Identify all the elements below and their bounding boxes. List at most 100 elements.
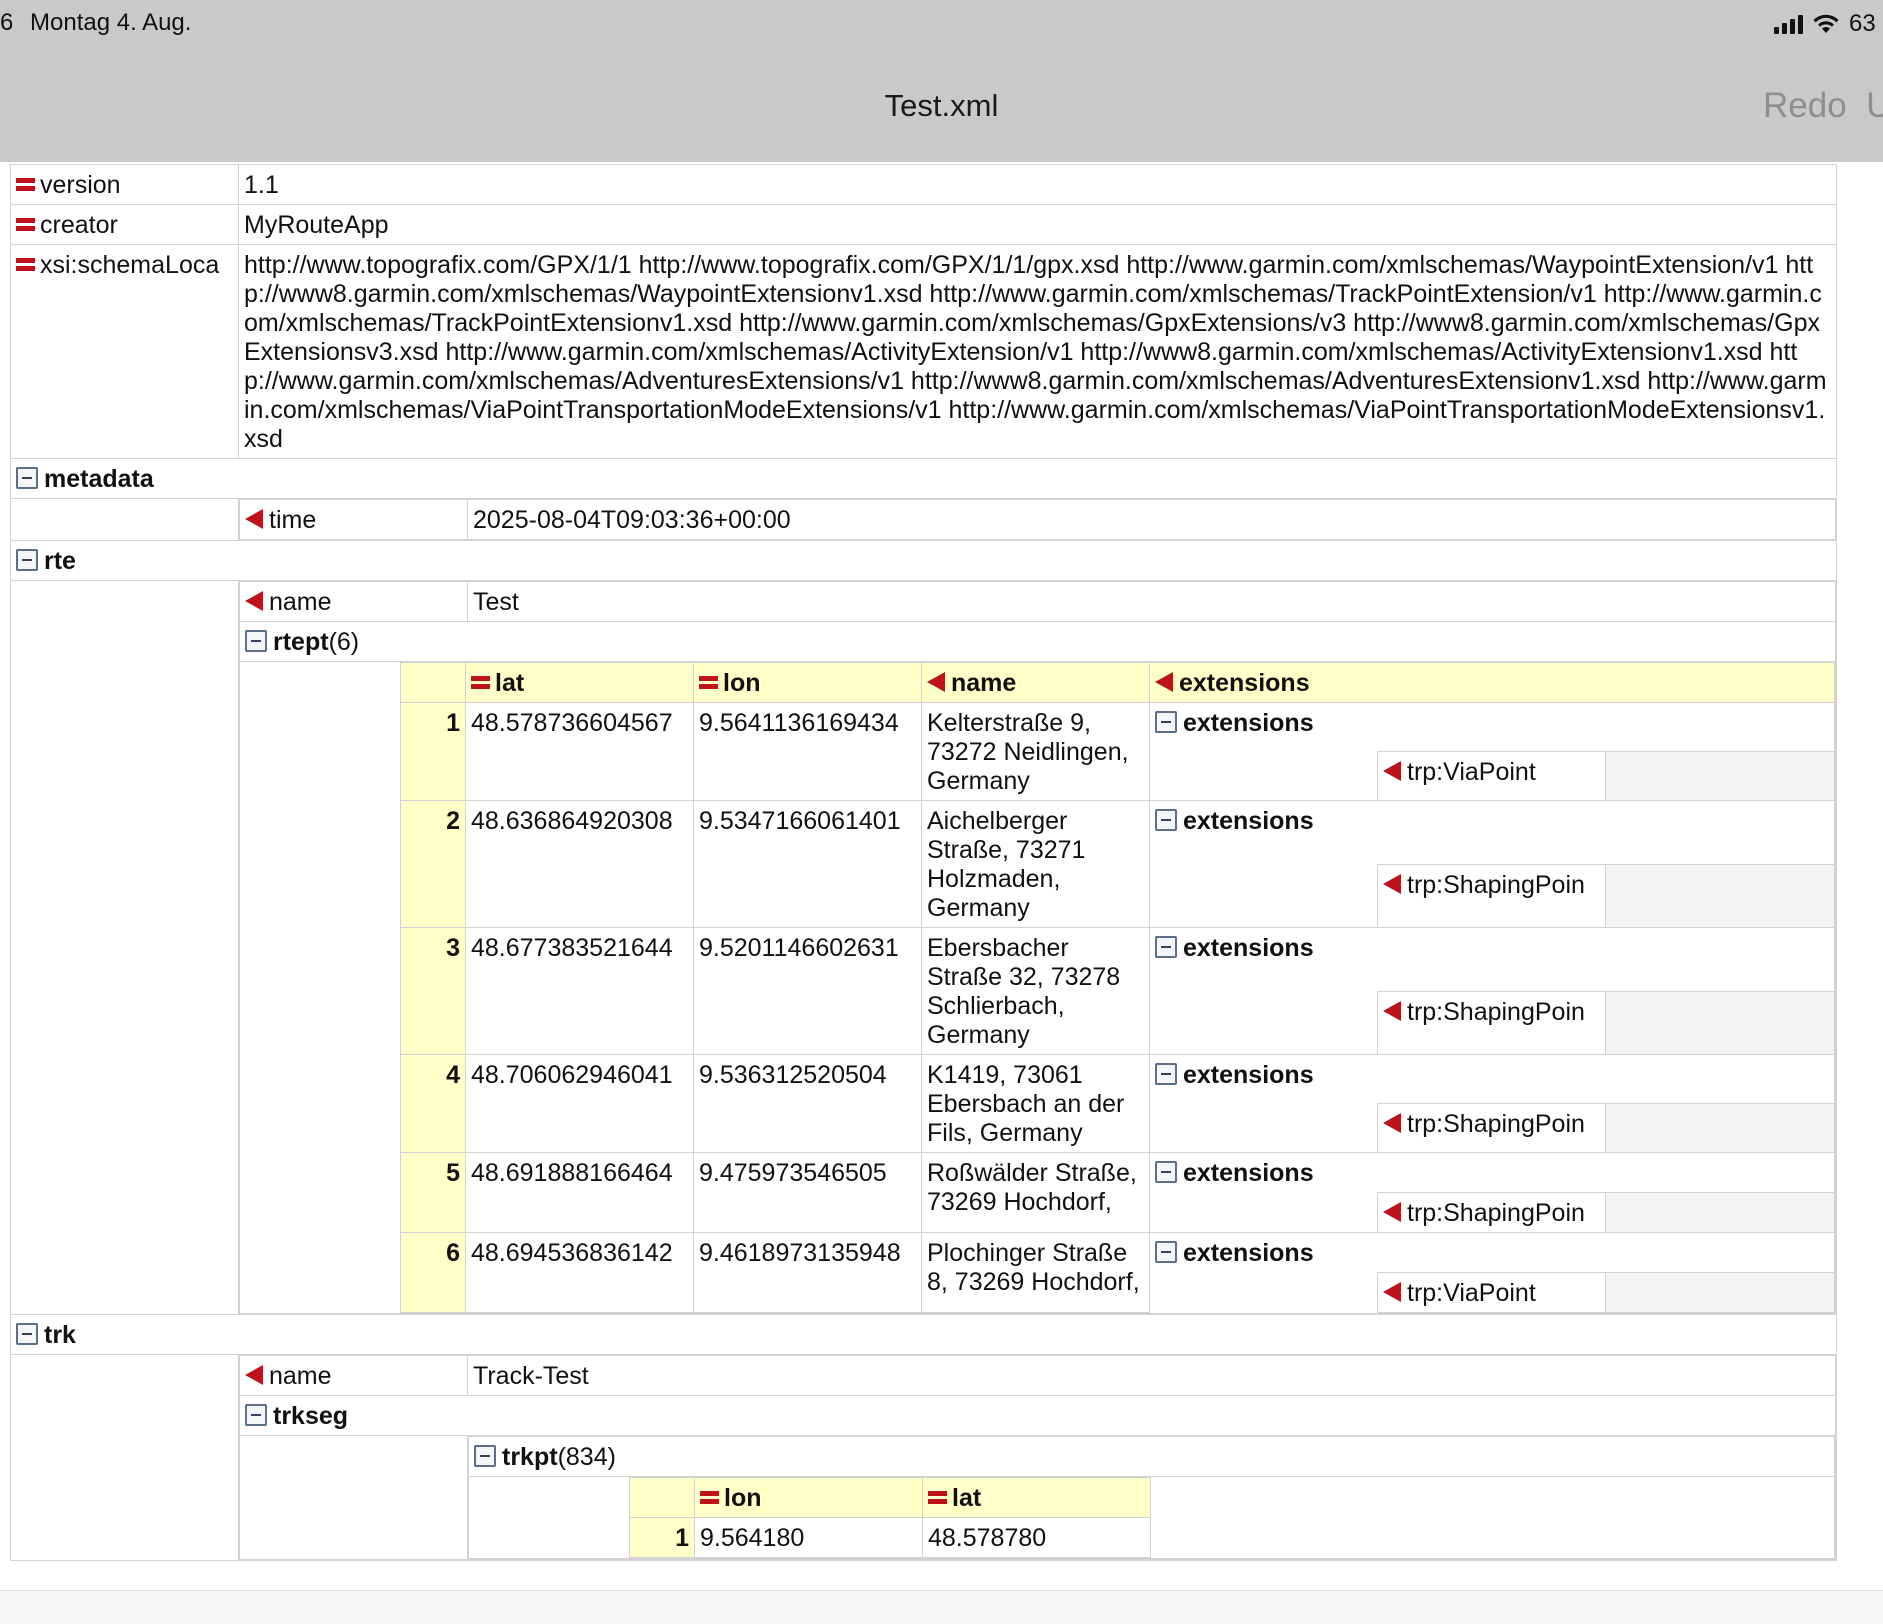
column-header-lat[interactable]: lat [922,1477,1151,1518]
element-row-trkseg[interactable]: trkseg [239,1395,1836,1436]
child-value[interactable]: Test [467,581,1836,622]
indent-cell [1149,991,1378,1055]
attribute-value[interactable]: http://www.topografix.com/GPX/1/1 http:/… [238,244,1837,459]
table-row[interactable]: 2 48.636864920308 9.5347166061401 Aichelber… [400,800,1835,928]
name-cell[interactable]: Plochinger Straße 8, 73269 Hochdorf, [921,1232,1150,1313]
lon-cell[interactable]: 9.4618973135948 [693,1232,922,1313]
lon-cell[interactable]: 9.5201146602631 [693,927,922,1055]
extensions-header[interactable]: extensions [1149,1232,1835,1273]
extensions-header[interactable]: extensions [1149,702,1835,752]
extensions-header[interactable]: extensions [1149,927,1835,991]
collapse-toggle-icon[interactable] [474,1445,496,1468]
ext-child-cell[interactable]: trp:ShapingPoin [1377,1192,1606,1233]
bottom-toolbar [0,1590,1883,1624]
name-cell[interactable]: K1419, 73061 Ebersbach an der Fils, Germ… [921,1054,1150,1153]
element-header[interactable]: trk [10,1314,1837,1355]
ext-child-value[interactable] [1605,1192,1835,1233]
name-cell[interactable]: Ebersbacher Straße 32, 73278 Schlierbach… [921,927,1150,1055]
attribute-icon [16,177,35,191]
lat-cell[interactable]: 48.636864920308 [465,800,694,928]
lon-cell[interactable]: 9.564180 [694,1517,923,1558]
ext-child-value[interactable] [1605,990,1835,1055]
extensions-header[interactable]: extensions [1149,1152,1835,1193]
element-row-trkpt[interactable]: trkpt(834) [468,1436,1835,1477]
redo-label: Redo [1763,86,1847,125]
child-element-row[interactable]: name Test [239,581,1836,622]
name-cell[interactable]: Roßwälder Straße, 73269 Hochdorf, [921,1152,1150,1233]
ext-child-cell[interactable]: trp:ShapingPoin [1377,1103,1606,1153]
child-element-row[interactable]: time 2025-08-04T09:03:36+00:00 [239,499,1836,540]
ext-child-cell[interactable]: trp:ShapingPoin [1377,863,1606,928]
ext-child-cell[interactable]: trp:ShapingPoin [1377,990,1606,1055]
lat-cell[interactable]: 48.578780 [922,1517,1151,1558]
extensions-header[interactable]: extensions [1149,800,1835,864]
element-row-rte[interactable]: rte [10,540,1837,581]
extensions-header[interactable]: extensions [1149,1054,1835,1104]
child-element-row[interactable]: name Track-Test [239,1355,1836,1396]
lat-cell[interactable]: 48.691888166464 [465,1152,694,1233]
element-row-metadata[interactable]: metadata [10,458,1837,499]
element-body-trk: name Track-Test trkseg trkpt(834) lon la… [10,1354,1837,1561]
element-header[interactable]: rte [10,540,1837,581]
collapse-toggle-icon[interactable] [16,549,38,572]
attribute-value[interactable]: MyRouteApp [238,204,1837,245]
indent-cell [1149,1192,1378,1233]
child-value[interactable]: Track-Test [467,1355,1836,1396]
table-row[interactable]: 6 48.694536836142 9.4618973135948 Plochinge… [400,1232,1835,1313]
table-row[interactable]: 1 9.564180 48.578780 [629,1517,1151,1558]
ext-child-value[interactable] [1605,751,1835,801]
lon-cell[interactable]: 9.475973546505 [693,1152,922,1233]
ext-child-cell[interactable]: trp:ViaPoint [1377,751,1606,801]
redo-button[interactable]: Redo U [1763,86,1883,126]
xml-grid-view[interactable]: version 1.1 creator MyRouteApp xsi:schem… [0,162,1883,1590]
collapse-toggle-icon[interactable] [1155,1241,1177,1264]
table-row[interactable]: 3 48.677383521644 9.5201146602631 Ebersbach… [400,927,1835,1055]
attribute-row[interactable]: xsi:schemaLoca http://www.topografix.com… [10,244,1837,459]
collapse-toggle-icon[interactable] [245,1404,267,1427]
ext-child-value[interactable] [1605,863,1835,928]
column-header-lon[interactable]: lon [694,1477,923,1518]
ext-child-cell[interactable]: trp:ViaPoint [1377,1272,1606,1313]
lat-cell[interactable]: 48.677383521644 [465,927,694,1055]
collapse-toggle-icon[interactable] [16,1323,38,1346]
collapse-toggle-icon[interactable] [1155,1063,1177,1086]
column-header-lat[interactable]: lat [465,662,694,703]
collapse-toggle-icon[interactable] [1155,1161,1177,1184]
column-header-label: lon [724,1484,762,1512]
table-row[interactable]: 1 48.578736604567 9.5641136169434 Kelterstr… [400,702,1835,801]
element-row-rtept[interactable]: rtept(6) [239,621,1836,662]
element-header[interactable]: trkseg [239,1395,1836,1436]
element-header[interactable]: metadata [10,458,1837,499]
collapse-toggle-icon[interactable] [1155,711,1177,734]
attribute-row[interactable]: version 1.1 [10,164,1837,205]
collapse-toggle-icon[interactable] [245,630,267,653]
ext-child-value[interactable] [1605,1272,1835,1313]
lon-cell[interactable]: 9.5641136169434 [693,702,922,801]
column-header-extensions[interactable]: extensions [1149,662,1835,703]
element-header[interactable]: trkpt(834) [468,1436,1835,1477]
collapse-toggle-icon[interactable] [1155,809,1177,832]
name-cell[interactable]: Aichelberger Straße, 73271 Holzmaden, Ge… [921,800,1150,928]
attribute-row[interactable]: creator MyRouteApp [10,204,1837,245]
lon-cell[interactable]: 9.5347166061401 [693,800,922,928]
column-header-lon[interactable]: lon [693,662,922,703]
collapse-toggle-icon[interactable] [16,467,38,490]
table-row[interactable]: 5 48.691888166464 9.475973546505 Roßwälder … [400,1152,1835,1233]
index-header [629,1477,695,1518]
ext-child-value[interactable] [1605,1103,1835,1153]
element-header[interactable]: rtept(6) [239,621,1836,662]
cellular-signal-icon [1774,14,1803,34]
lat-cell[interactable]: 48.578736604567 [465,702,694,801]
element-body-trkseg: trkpt(834) lon lat 1 9.564180 48.578780 [239,1435,1836,1560]
name-cell[interactable]: Kelterstraße 9, 73272 Neidlingen, German… [921,702,1150,801]
lon-cell[interactable]: 9.536312520504 [693,1054,922,1153]
element-label: trk [44,1321,76,1349]
child-value[interactable]: 2025-08-04T09:03:36+00:00 [467,499,1836,540]
column-header-name[interactable]: name [921,662,1150,703]
lat-cell[interactable]: 48.694536836142 [465,1232,694,1313]
element-row-trk[interactable]: trk [10,1314,1837,1355]
attribute-value[interactable]: 1.1 [238,164,1837,205]
table-row[interactable]: 4 48.706062946041 9.536312520504 K1419, 730… [400,1054,1835,1153]
lat-cell[interactable]: 48.706062946041 [465,1054,694,1153]
collapse-toggle-icon[interactable] [1155,936,1177,959]
